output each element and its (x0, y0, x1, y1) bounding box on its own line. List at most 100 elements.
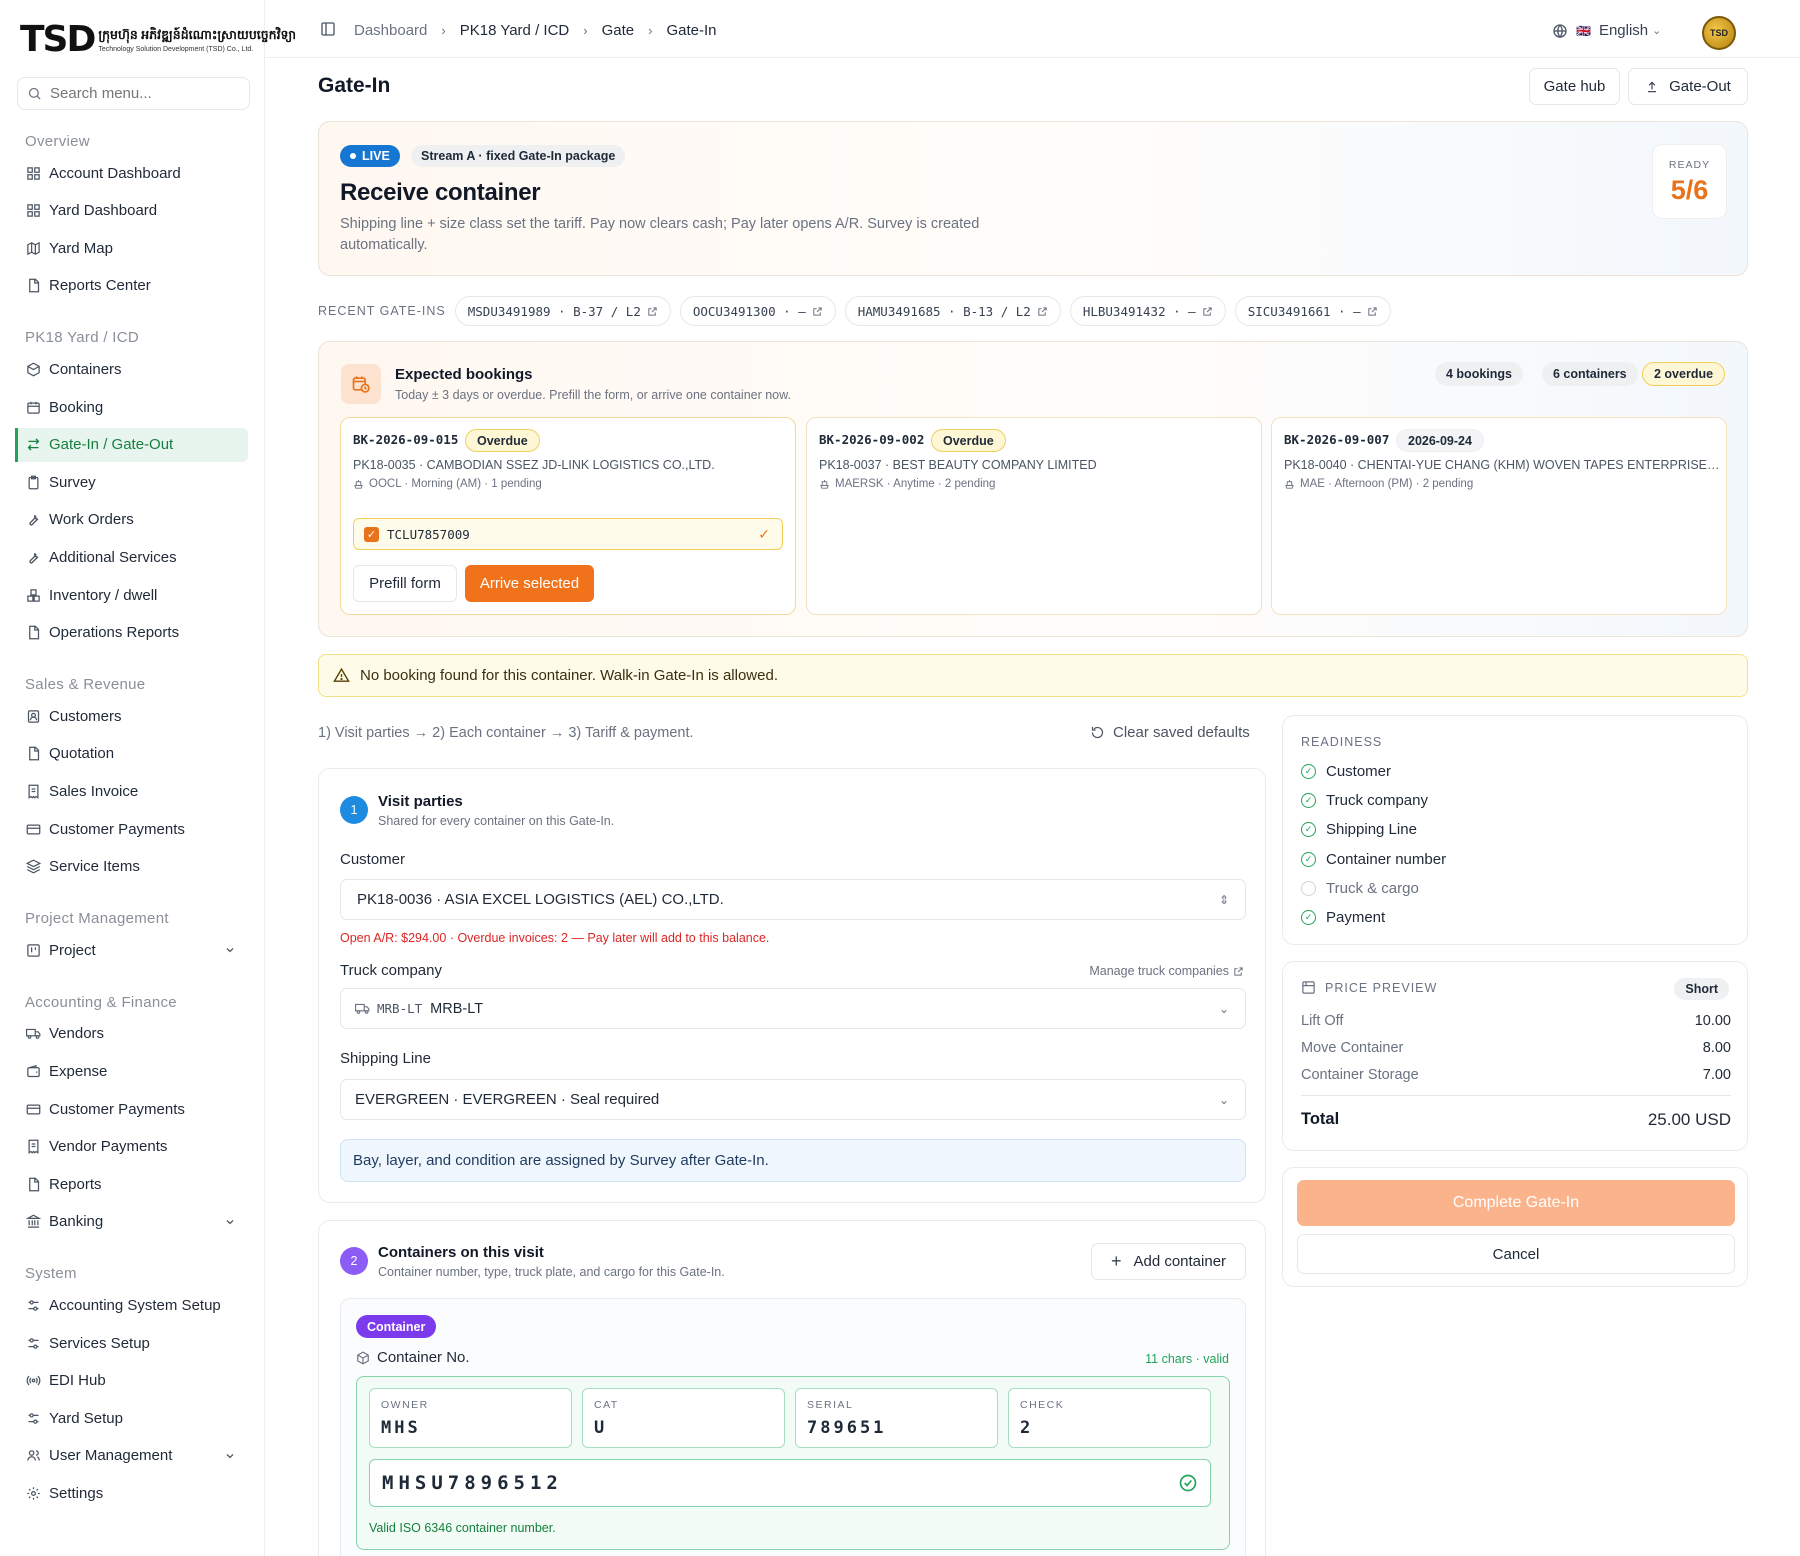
sidebar-item-survey[interactable]: Survey (15, 465, 248, 499)
sidebar-item-reports[interactable]: Reports (15, 1167, 248, 1201)
expected-bookings-panel: Expected bookings Today ± 3 days or over… (318, 341, 1748, 637)
serial-field[interactable]: SERIAL 789651 (795, 1388, 998, 1448)
boxes-icon (25, 587, 41, 603)
recent-gate-in-chip[interactable]: HAMU3491685 · B-13 / L2 (844, 296, 1061, 326)
sidebar-item-quotation[interactable]: Quotation (15, 737, 248, 771)
sidebar-item-yard-dashboard[interactable]: Yard Dashboard (15, 194, 248, 228)
owner-field[interactable]: OWNER MHS (369, 1388, 572, 1448)
checkbox-checked-icon[interactable]: ✓ (364, 526, 379, 542)
sidebar-item-account-dashboard[interactable]: Account Dashboard (15, 156, 248, 190)
sidebar-item-work-orders[interactable]: Work Orders (15, 503, 248, 537)
truck-name: MRB-LT (430, 1000, 484, 1017)
sidebar-item-label: Booking (49, 398, 104, 416)
customer-select[interactable]: PK18-0036 · ASIA EXCEL LOGISTICS (AEL) C… (340, 879, 1246, 920)
sidebar-item-reports-center[interactable]: Reports Center (15, 269, 248, 303)
recent-gate-in-chip[interactable]: SICU3491661 · — (1234, 296, 1391, 326)
sidebar-item-yard-setup[interactable]: Yard Setup (15, 1401, 248, 1435)
complete-gate-in-button[interactable]: Complete Gate-In (1297, 1180, 1735, 1226)
chevron-right-icon: › (648, 23, 653, 38)
sidebar-section-title: Overview (25, 133, 90, 150)
breadcrumb-yard[interactable]: PK18 Yard / ICD (460, 22, 570, 39)
sidebar-item-expense[interactable]: Expense (15, 1054, 248, 1088)
sidebar-item-services-setup[interactable]: Services Setup (15, 1326, 248, 1360)
add-container-button[interactable]: + Add container (1091, 1243, 1246, 1280)
sidebar-item-customer-payments[interactable]: Customer Payments (15, 1092, 248, 1126)
manage-truck-link[interactable]: Manage truck companies (1089, 964, 1244, 978)
language-switcher[interactable]: 🇬🇧 English ⌄ (1552, 22, 1661, 39)
container-select-row[interactable]: ✓ TCLU7857009 ✓ (353, 518, 783, 550)
clear-defaults-button[interactable]: Clear saved defaults (1090, 724, 1250, 741)
wrench-icon (25, 512, 41, 528)
sidebar-item-containers[interactable]: Containers (15, 352, 248, 386)
plus-icon: + (1110, 1251, 1122, 1271)
ship-icon (1284, 479, 1295, 490)
sidebar-item-vendor-payments[interactable]: Vendor Payments (15, 1130, 248, 1164)
recent-gate-in-chip[interactable]: OOCU3491300 · — (679, 296, 836, 326)
sidebar-item-user-management[interactable]: User Management (15, 1439, 248, 1473)
kanban-icon (25, 942, 41, 958)
breadcrumb-dashboard[interactable]: Dashboard (354, 22, 427, 39)
sidebar-item-banking[interactable]: Banking (15, 1205, 248, 1239)
visit-title: Visit parties (378, 793, 463, 810)
sidebar-item-yard-map[interactable]: Yard Map (15, 231, 248, 265)
divider (1301, 1095, 1731, 1096)
sidebar-toggle-icon[interactable] (320, 21, 336, 37)
sidebar-item-label: Inventory / dwell (49, 586, 158, 604)
hero-title: Receive container (340, 179, 541, 206)
breadcrumb: Dashboard › PK18 Yard / ICD › Gate › Gat… (354, 22, 716, 39)
cancel-button[interactable]: Cancel (1297, 1234, 1735, 1274)
sidebar-item-gate-in-gate-out[interactable]: Gate-In / Gate-Out (15, 427, 248, 462)
recent-gate-in-chip[interactable]: MSDU3491989 · B-37 / L2 (454, 296, 671, 326)
sidebar-item-label: User Management (49, 1447, 173, 1465)
sidebar-section-title: Sales & Revenue (25, 676, 146, 694)
sidebar-section-title: Accounting & Finance (25, 993, 177, 1011)
company-logo[interactable]: TSD ក្រុមហ៊ុន អភិវឌ្ឍន៍ដំណោះស្រាយបច្ចេកវ… (20, 22, 296, 58)
category-field[interactable]: CAT U (582, 1388, 785, 1448)
chevron-down-icon (224, 1216, 236, 1228)
bookings-count: 4 bookings (1435, 362, 1523, 386)
booking-card[interactable]: BK-2026-09-007 2026-09-24 PK18-0040 · CH… (1271, 417, 1727, 615)
ready-label: READY (1668, 159, 1711, 171)
sidebar-item-sales-invoice[interactable]: Sales Invoice (15, 774, 248, 808)
booking-card[interactable]: BK-2026-09-002 Overdue PK18-0037 · BEST … (806, 417, 1262, 615)
sidebar-item-vendors[interactable]: Vendors (15, 1017, 248, 1051)
sidebar-item-customer-payments[interactable]: Customer Payments (15, 812, 248, 846)
sidebar-item-project[interactable]: Project (15, 933, 248, 967)
sidebar-item-label: Project (49, 941, 96, 959)
arrive-selected-button[interactable]: Arrive selected (465, 565, 594, 602)
readiness-item: ✓ Container number (1301, 851, 1446, 868)
gate-out-button[interactable]: Gate-Out (1628, 68, 1748, 105)
booking-card[interactable]: BK-2026-09-015 Overdue PK18-0035 · CAMBO… (340, 417, 796, 615)
gate-hub-button[interactable]: Gate hub (1529, 68, 1620, 105)
sliders-icon (25, 1297, 41, 1313)
shipping-line-select[interactable]: EVERGREEN · EVERGREEN · Seal required ⌄ (340, 1079, 1246, 1120)
sidebar-item-inventory-dwell[interactable]: Inventory / dwell (15, 578, 248, 612)
check-digit-field[interactable]: CHECK 2 (1008, 1388, 1211, 1448)
container-number-input[interactable]: MHSU7896512 (369, 1459, 1211, 1507)
sidebar-item-service-items[interactable]: Service Items (15, 850, 248, 884)
sidebar-item-operations-reports[interactable]: Operations Reports (15, 616, 248, 650)
contact-icon (25, 708, 41, 724)
sidebar-item-accounting-system-setup[interactable]: Accounting System Setup (15, 1288, 248, 1322)
sidebar-item-booking[interactable]: Booking (15, 390, 248, 424)
sidebar-item-customers[interactable]: Customers (15, 699, 248, 733)
prefill-form-button[interactable]: Prefill form (353, 565, 457, 602)
sidebar-section-title: Project Management (25, 910, 169, 928)
sliders-icon (25, 1410, 41, 1426)
card-icon (25, 821, 41, 837)
breadcrumb-gate[interactable]: Gate (602, 22, 635, 39)
external-link-icon (647, 306, 658, 317)
search-box[interactable] (17, 77, 250, 110)
avatar[interactable]: TSD (1702, 16, 1736, 50)
recent-gate-ins: RECENT GATE-INS MSDU3491989 · B-37 / L2 O… (318, 296, 1400, 326)
search-input[interactable] (50, 85, 240, 102)
sidebar-item-settings[interactable]: Settings (15, 1476, 248, 1510)
step-number: 1 (340, 796, 368, 824)
truck-company-select[interactable]: MRB-LT MRB-LT ⌄ (340, 988, 1246, 1029)
sidebar-item-label: Reports (49, 1175, 102, 1193)
recent-gate-in-chip[interactable]: HLBU3491432 · — (1069, 296, 1226, 326)
sidebar-item-edi-hub[interactable]: EDI Hub (15, 1364, 248, 1398)
external-link-icon (1233, 966, 1244, 977)
readiness-item: ✓ Customer (1301, 763, 1391, 780)
sidebar-item-additional-services[interactable]: Additional Services (15, 540, 248, 574)
